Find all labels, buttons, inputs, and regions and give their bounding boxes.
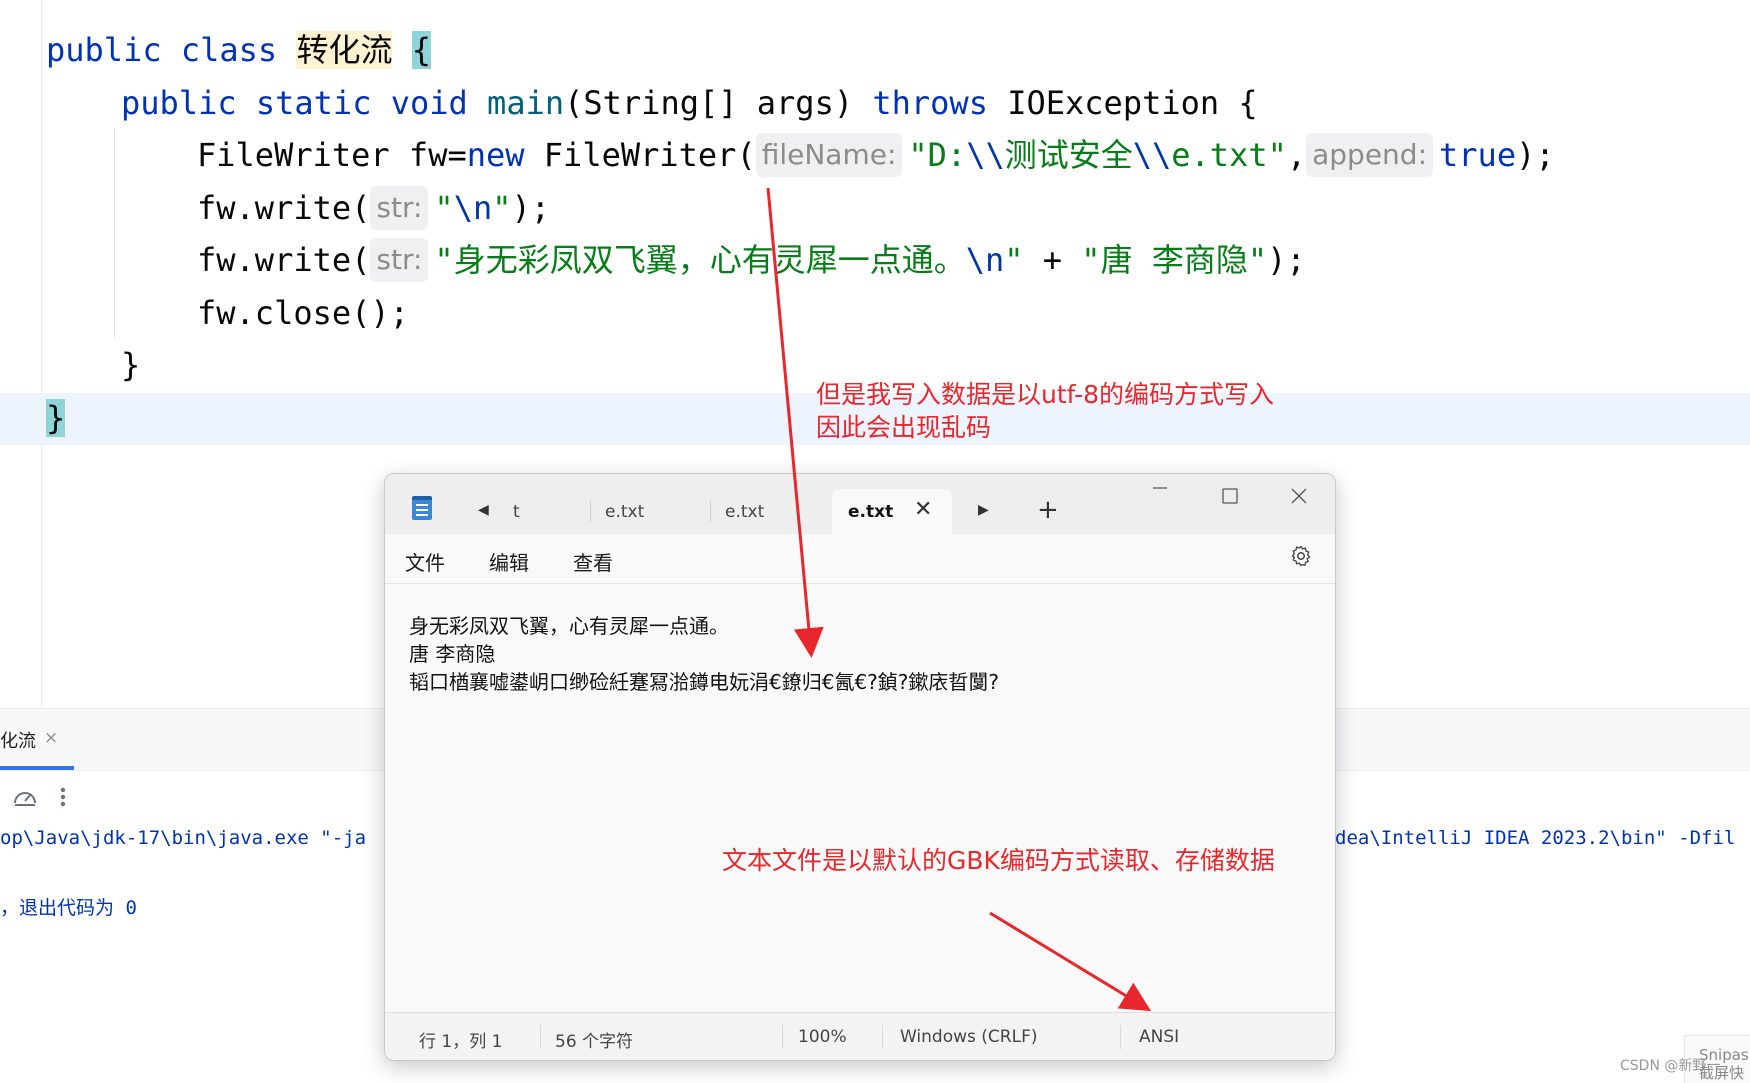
status-char-count: 56 个字符 xyxy=(555,1032,634,1052)
code-line-1: public class 转化流 { xyxy=(46,31,431,69)
indent-guide xyxy=(114,128,115,338)
notepad-app-icon xyxy=(412,496,432,520)
notepad-window: ◀ t e.txt e.txt e.txt ✕ ▶ + 文件 编辑 查看 身无彩… xyxy=(384,473,1336,1061)
status-encoding[interactable]: ANSI xyxy=(1139,1027,1179,1047)
tab-scroll-left-icon[interactable]: ◀ xyxy=(478,502,489,518)
active-tab-indicator xyxy=(0,766,74,770)
tab-divider xyxy=(710,500,711,522)
code-line-8: } xyxy=(46,392,66,444)
tab-t[interactable]: t xyxy=(513,502,520,522)
code-line-4: fw.write(str: "\n"); xyxy=(197,182,550,234)
code-line-6: fw.close(); xyxy=(197,294,409,332)
menu-view[interactable]: 查看 xyxy=(573,547,613,576)
console-output-line: op\Java\jdk-17\bin\java.exe "-ja xyxy=(0,827,367,849)
tab-e-txt[interactable]: e.txt xyxy=(725,502,764,522)
status-zoom[interactable]: 100% xyxy=(798,1027,847,1047)
gutter-divider xyxy=(41,0,42,708)
run-tab[interactable]: 化流 xyxy=(0,727,36,753)
class-name: 转化流 xyxy=(296,31,393,69)
status-divider xyxy=(1120,1025,1121,1049)
tab-divider xyxy=(590,500,591,522)
annotation-utf8-note: 但是我写入数据是以utf-8的编码方式写入 因此会出现乱码 xyxy=(816,380,1275,442)
watermark: CSDN @新野一 xyxy=(1620,1058,1721,1074)
new-tab-button[interactable]: + xyxy=(1037,495,1059,525)
close-icon[interactable]: × xyxy=(44,728,58,748)
param-hint-append: append: xyxy=(1306,133,1434,177)
annotation-gbk-note: 文本文件是以默认的GBK编码方式读取、存储数据 xyxy=(722,846,1275,875)
tab-e-txt-active[interactable]: e.txt ✕ xyxy=(832,489,952,534)
param-hint-filename: fileName: xyxy=(755,133,903,177)
close-window-icon[interactable] xyxy=(1290,486,1308,511)
notepad-text-area[interactable]: 身无彩凤双飞翼，心有灵犀一点通。 唐 李商隐 韬口楢襄嘘鍙岄口缈硷紝蹇冩湁鐏电妧… xyxy=(409,612,999,696)
code-line-7: } xyxy=(121,346,141,384)
minimize-icon[interactable] xyxy=(1151,478,1169,503)
param-hint-str: str: xyxy=(370,186,429,230)
notepad-titlebar: ◀ t e.txt e.txt e.txt ✕ ▶ + xyxy=(385,474,1335,534)
menu-edit[interactable]: 编辑 xyxy=(489,547,529,576)
code-line-2: public static void main(String[] args) t… xyxy=(121,84,1258,122)
console-output-line: dea\IntelliJ IDEA 2023.2\bin" -Dfil xyxy=(1335,827,1736,849)
matched-brace: { xyxy=(411,31,431,69)
tab-label: e.txt xyxy=(848,502,894,522)
status-cursor-position: 行 1，列 1 xyxy=(419,1032,503,1052)
profiler-icon[interactable] xyxy=(12,785,38,815)
notepad-statusbar: 行 1，列 1 56 个字符 100% Windows (CRLF) ANSI xyxy=(385,1012,1335,1060)
param-hint-str: str: xyxy=(370,238,429,282)
status-divider xyxy=(782,1025,783,1049)
gear-icon[interactable] xyxy=(1289,544,1313,574)
code-line-5: fw.write(str: "身无彩凤双飞翼，心有灵犀一点通。\n" + "唐 李… xyxy=(197,234,1306,286)
code-line-3: FileWriter fw=new FileWriter(fileName: "D… xyxy=(197,129,1555,181)
console-exit-line: ，退出代码为 0 xyxy=(0,897,137,919)
tab-e-txt[interactable]: e.txt xyxy=(605,502,644,522)
close-icon[interactable]: ✕ xyxy=(914,497,932,522)
menu-file[interactable]: 文件 xyxy=(405,547,445,576)
more-options-icon[interactable] xyxy=(58,785,68,815)
status-divider xyxy=(540,1025,541,1049)
maximize-icon[interactable] xyxy=(1221,486,1239,511)
status-line-ending[interactable]: Windows (CRLF) xyxy=(900,1027,1038,1047)
tab-scroll-right-icon[interactable]: ▶ xyxy=(978,502,989,518)
matched-brace: } xyxy=(46,399,66,437)
notepad-menubar: 文件 编辑 查看 xyxy=(385,534,1335,584)
status-divider xyxy=(882,1025,883,1049)
